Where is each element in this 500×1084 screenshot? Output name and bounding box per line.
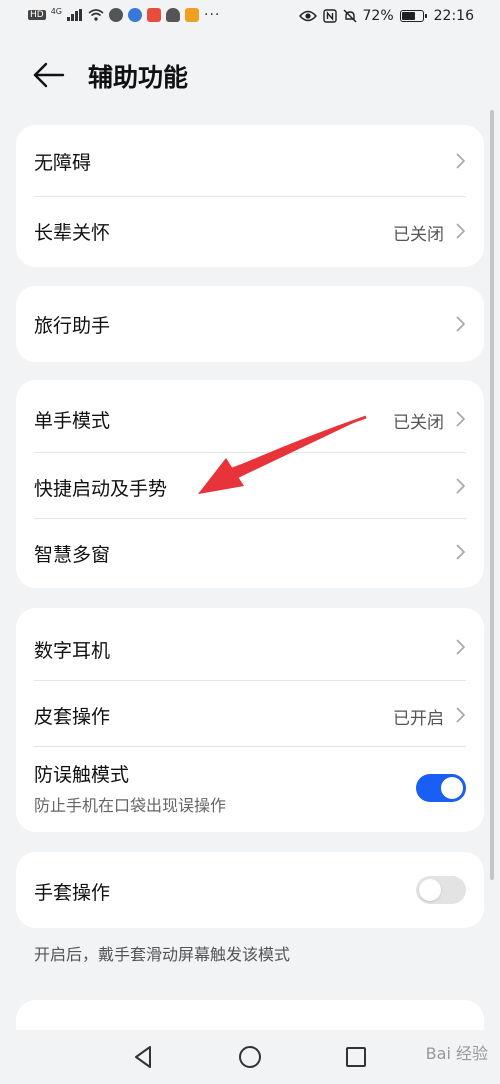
elderly-care-row[interactable]: 长辈关怀 已关闭 [16, 196, 484, 267]
app-notification-icon [109, 8, 123, 22]
chevron-right-icon [456, 411, 465, 427]
header: 辅助功能 [0, 50, 500, 100]
app-notification-icon [185, 8, 199, 22]
shortcuts-gestures-row[interactable]: 快捷启动及手势 [16, 452, 484, 518]
network-label: 4G [50, 6, 62, 16]
chevron-right-icon [456, 153, 465, 169]
row-label: 长辈关怀 [34, 222, 111, 244]
bell-icon [166, 8, 180, 22]
cover-operation-row[interactable]: 皮套操作 已开启 [16, 680, 484, 746]
row-description: 防止手机在口袋出现误操作 [34, 796, 227, 815]
more-notifications-icon: ··· [204, 7, 221, 23]
nav-back-icon[interactable] [128, 1042, 158, 1072]
settings-card-3: 单手模式 已关闭 快捷启动及手势 智慧多窗 [16, 380, 484, 588]
status-right: 72% 22:16 [298, 8, 474, 24]
hd-label: HD [28, 10, 46, 20]
scrollbar[interactable] [490, 110, 494, 880]
travel-assistant-row[interactable]: 旅行助手 [16, 286, 484, 362]
accidental-touch-row: 防误触模式 防止手机在口袋出现误操作 [16, 746, 484, 832]
row-value: 已关闭 [393, 413, 444, 433]
chevron-right-icon [456, 316, 465, 332]
row-value: 已关闭 [393, 225, 444, 245]
glove-mode-toggle[interactable] [416, 876, 466, 904]
chevron-right-icon [456, 707, 465, 723]
row-label: 无障碍 [34, 152, 92, 174]
music-notification-icon [128, 8, 142, 22]
row-label: 皮套操作 [34, 706, 111, 728]
chevron-right-icon [456, 478, 465, 494]
mute-icon [343, 9, 357, 23]
row-label: 防误触模式 [34, 764, 130, 786]
glove-mode-note: 开启后，戴手套滑动屏幕触发该模式 [34, 945, 291, 964]
chevron-right-icon [456, 223, 465, 239]
watermark: Bai 经验 [425, 1044, 488, 1063]
signal-icon [67, 9, 82, 21]
nav-recents-icon[interactable] [341, 1042, 371, 1072]
row-label: 智慧多窗 [34, 544, 111, 566]
battery-icon [399, 10, 427, 22]
chevron-right-icon [456, 639, 465, 655]
app-notification-icon [147, 8, 161, 22]
one-hand-mode-row[interactable]: 单手模式 已关闭 [16, 380, 484, 452]
settings-card-2: 旅行助手 [16, 286, 484, 362]
status-left: HD 4G ··· [28, 7, 220, 23]
nav-home-icon[interactable] [235, 1042, 265, 1072]
row-label: 手套操作 [34, 882, 111, 904]
row-label: 数字耳机 [34, 640, 111, 662]
row-label: 单手模式 [34, 410, 111, 432]
toggle-knob [419, 879, 441, 901]
glove-mode-row: 手套操作 [16, 852, 484, 928]
page-title: 辅助功能 [88, 63, 189, 92]
smart-multiwindow-row[interactable]: 智慧多窗 [16, 518, 484, 588]
wifi-icon [88, 9, 104, 21]
status-bar: HD 4G ··· 72% 22:16 [0, 0, 500, 36]
accidental-touch-toggle[interactable] [416, 774, 466, 802]
chevron-right-icon [456, 544, 465, 560]
battery-percent: 72% [362, 8, 394, 24]
settings-card-1: 无障碍 长辈关怀 已关闭 [16, 125, 484, 267]
digital-earphone-row[interactable]: 数字耳机 [16, 608, 484, 680]
nfc-icon [322, 9, 337, 23]
row-label: 旅行助手 [34, 315, 111, 337]
settings-card-4: 数字耳机 皮套操作 已开启 防误触模式 防止手机在口袋出现误操作 [16, 608, 484, 832]
accessibility-row[interactable]: 无障碍 [16, 125, 484, 196]
toggle-knob [441, 777, 463, 799]
eye-icon [298, 10, 317, 22]
back-arrow-icon[interactable] [32, 60, 66, 90]
row-value: 已开启 [393, 709, 444, 729]
settings-card-5: 手套操作 [16, 852, 484, 928]
row-label: 快捷启动及手势 [34, 478, 168, 500]
clock: 22:16 [433, 8, 474, 24]
